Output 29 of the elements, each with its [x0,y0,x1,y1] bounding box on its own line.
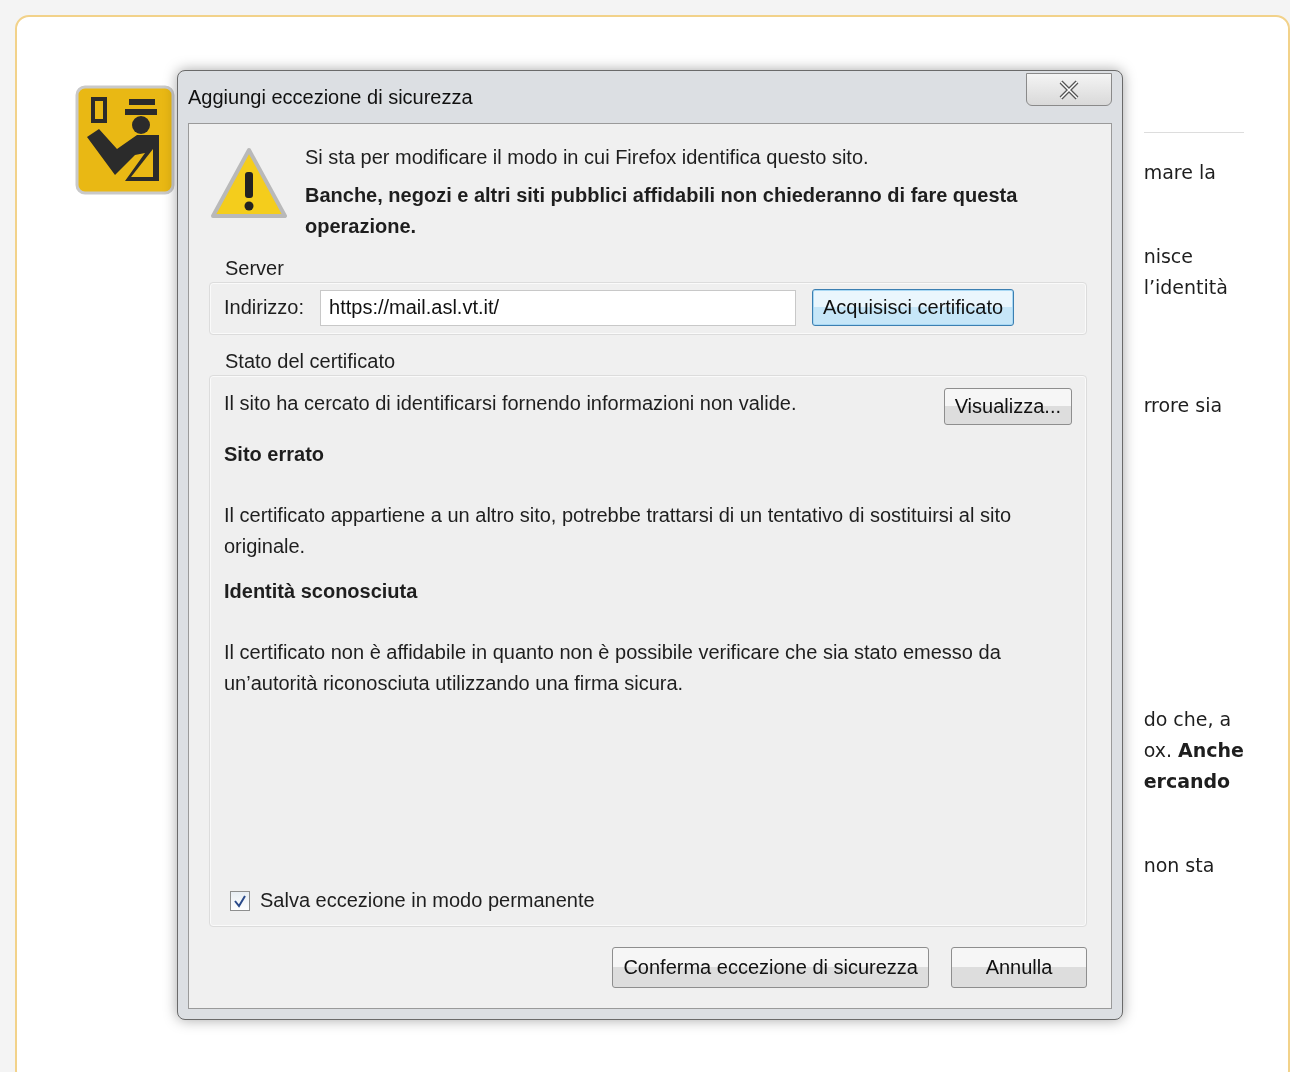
checkbox-label[interactable]: Salva eccezione in modo permanente [260,885,595,916]
page-text-fragment: non sta [1143,853,1216,878]
group-legend: Stato del certificato [209,349,1087,373]
checkbox[interactable] [230,890,250,911]
page-text-fragment: ox. Anche [1143,738,1245,763]
window-title: Aggiungi eccezione di sicurezza [188,86,473,109]
address-field[interactable]: https://mail.asl.vt.it/ [320,289,797,326]
group-legend: Server [209,256,1087,280]
page-text-fragment: mare la [1143,160,1217,185]
officer-icon [75,85,175,195]
page-text-fragment: l’identità [1143,275,1229,300]
page-text-fragment: do che, a [1143,707,1233,732]
problem-heading: Sito errato [224,442,326,467]
close-button[interactable] [1026,73,1112,106]
warning-bold-text: Banche, negozi e altri siti pubblici affidabili non chiederanno di fare questa operazione. [305,183,1019,239]
cancel-button[interactable]: Annulla [951,947,1087,988]
page-text-fragment: ercando [1143,769,1232,794]
view-button[interactable]: Visualizza... [943,388,1072,425]
fetch-certificate-button[interactable]: Acquisisci certificato [812,289,1015,326]
problem-heading: Identità sconosciuta [224,579,419,604]
page-text-fragment: rrore sia [1143,393,1224,418]
close-icon [1058,79,1080,100]
status-text: Il sito ha cercato di identificarsi fornendo informazioni non valide. [224,391,797,416]
confirm-button[interactable]: Conferma eccezione di sicurezza [612,947,929,988]
problem-text: Il certificato non è affidabile in quanto non è possibile verificare che sia stato emesso da un’autorità riconosciuta utilizzando una firma sicura. [224,640,1002,696]
problem-text: Il certificato appartiene a un altro sito, potrebbe trattarsi di un tentativo di sostituirsi al sito originale. [224,503,1013,559]
address-label: Indirizzo: [224,296,305,319]
page-text-fragment: nisce [1143,244,1194,269]
warning-text: Si sta per modificare il modo in cui Firefox identifica questo sito. [305,145,870,170]
